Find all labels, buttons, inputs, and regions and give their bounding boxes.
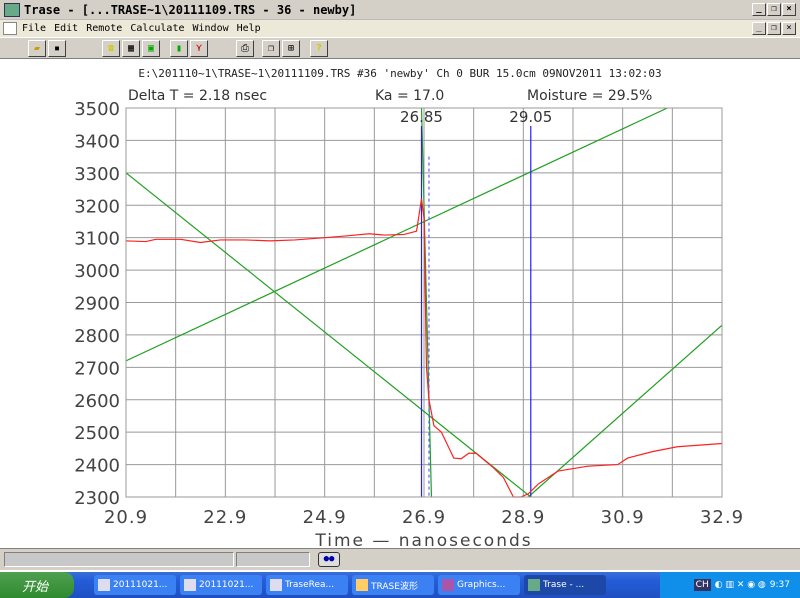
menu-window[interactable]: Window xyxy=(193,23,229,34)
y-tick-label: 2800 xyxy=(74,326,120,347)
cascade-icon[interactable]: ❐ xyxy=(262,40,280,57)
start-button[interactable]: 开始 xyxy=(0,572,74,598)
save-icon[interactable]: ▪ xyxy=(48,40,66,57)
y-tick-label: 2500 xyxy=(74,423,120,444)
tile-icon[interactable]: ⊞ xyxy=(282,40,300,57)
toolbar: ▰ ▪ ☎ ▦ ▣ ▮ ⋎ ⎙ ❐ ⊞ ? xyxy=(0,37,800,59)
x-tick-label: 26.9 xyxy=(402,507,446,528)
doc-restore-button[interactable]: ❐ xyxy=(767,22,781,35)
menu-file[interactable]: File xyxy=(22,23,46,34)
menu-help[interactable]: Help xyxy=(237,23,261,34)
monitor-icon[interactable]: ▣ xyxy=(142,40,160,57)
menu-bar: File Edit Remote Calculate Window Help _… xyxy=(0,20,800,37)
menu-edit[interactable]: Edit xyxy=(54,23,78,34)
green-doc-icon[interactable]: ▮ xyxy=(170,40,188,57)
excel-icon xyxy=(270,579,282,591)
y-tick-label: 3500 xyxy=(74,99,120,120)
file-info: E:\201110~1\TRASE~1\20111109.TRS #36 'ne… xyxy=(138,67,662,80)
task-button-active[interactable]: Trase - ... xyxy=(524,575,606,595)
language-indicator[interactable]: CH xyxy=(693,579,711,591)
task-button[interactable]: TRASE波形 xyxy=(352,575,434,595)
window-title: Trase - [...TRASE~1\20111109.TRS - 36 - … xyxy=(24,2,357,17)
folder-icon xyxy=(356,579,368,591)
clock: 9:37 xyxy=(769,580,790,590)
y-tick-label: 3200 xyxy=(74,196,120,217)
y-tick-label: 2400 xyxy=(74,456,120,477)
x-tick-label: 20.9 xyxy=(104,507,148,528)
title-bar: Trase - [...TRASE~1\20111109.TRS - 36 - … xyxy=(0,0,800,20)
phone-icon[interactable]: ☎ xyxy=(102,40,120,57)
excel-icon xyxy=(98,579,110,591)
x-tick-label: 22.9 xyxy=(203,507,247,528)
task-button[interactable]: 20111021... xyxy=(180,575,262,595)
print-icon[interactable]: ⎙ xyxy=(236,40,254,57)
task-button[interactable]: TraseRea... xyxy=(266,575,348,595)
y-tick-label: 2900 xyxy=(74,294,120,315)
restore-button[interactable]: ❐ xyxy=(767,3,781,16)
status-bar: ●● xyxy=(0,548,800,570)
marker-label: 26.85 xyxy=(400,108,443,126)
x-tick-label: 28.9 xyxy=(501,507,545,528)
connection-icon: ●● xyxy=(318,552,340,567)
app-icon xyxy=(4,2,20,17)
doc-minimize-button[interactable]: _ xyxy=(752,22,766,35)
help-icon[interactable]: ? xyxy=(310,40,328,57)
y-tick-label: 3400 xyxy=(74,131,120,152)
open-icon[interactable]: ▰ xyxy=(28,40,46,57)
close-button[interactable]: × xyxy=(782,3,796,16)
menu-remote[interactable]: Remote xyxy=(86,23,122,34)
status-pane-1 xyxy=(4,552,234,567)
waveform-icon[interactable]: ⋎ xyxy=(190,40,208,57)
y-tick-label: 2600 xyxy=(74,391,120,412)
y-tick-label: 2300 xyxy=(74,488,120,509)
x-tick-label: 32.9 xyxy=(700,507,744,528)
tray-icons: ◐ ▥ ✕ ◉ ◍ xyxy=(714,580,766,590)
table-icon[interactable]: ▦ xyxy=(122,40,140,57)
graphics-icon xyxy=(442,579,454,591)
excel-icon xyxy=(184,579,196,591)
task-button[interactable]: 20111021... xyxy=(94,575,176,595)
document-icon[interactable] xyxy=(3,22,17,35)
y-tick-label: 3000 xyxy=(74,261,120,282)
y-tick-label: 3100 xyxy=(74,229,120,250)
doc-close-button[interactable]: × xyxy=(782,22,796,35)
waveform-chart: 3500 3400 3300 3200 3100 3000 2900 2800 2700 2600… xyxy=(74,99,744,550)
trase-icon xyxy=(528,579,540,591)
y-tick-label: 2700 xyxy=(74,358,120,379)
minimize-button[interactable]: _ xyxy=(752,3,766,16)
x-tick-label: 30.9 xyxy=(601,507,645,528)
y-tick-label: 3300 xyxy=(74,164,120,185)
menu-calculate[interactable]: Calculate xyxy=(130,23,184,34)
taskbar: 开始 20111021... 20111021... TraseRea... T… xyxy=(0,572,800,598)
marker-label: 29.05 xyxy=(509,108,552,126)
status-pane-2 xyxy=(236,552,310,567)
system-tray: CH ◐ ▥ ✕ ◉ ◍ 9:37 xyxy=(660,572,800,598)
task-button[interactable]: Graphics... xyxy=(438,575,520,595)
x-tick-label: 24.9 xyxy=(303,507,347,528)
